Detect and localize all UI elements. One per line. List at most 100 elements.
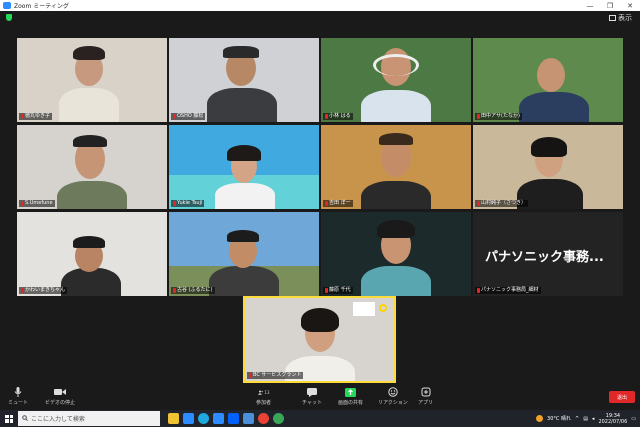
- video-camera-icon: [54, 387, 66, 397]
- participant-name-label: 古谷 (ふるたに): [171, 287, 215, 294]
- notification-icon[interactable]: ▭: [631, 416, 636, 422]
- smiley-icon: [387, 387, 399, 397]
- zoom-logo-icon: [3, 2, 11, 9]
- view-button[interactable]: 表示: [609, 13, 632, 23]
- video-tile[interactable]: パナソニック事務... パナソニック事務局_細材: [473, 212, 623, 296]
- participant-name-label: OSHO 藤松: [171, 113, 206, 120]
- mic-muted-icon: [477, 288, 480, 293]
- video-tile[interactable]: 山村純子（さつき）: [473, 125, 623, 209]
- stop-video-label: ビデオの停止: [45, 400, 76, 406]
- meeting-toolbar: ミュート ビデオの停止 13 参加者 チャット 画面の共有 リアクション アプリ…: [0, 385, 640, 411]
- microphone-icon: [12, 387, 24, 397]
- minimize-button[interactable]: —: [580, 2, 600, 10]
- chat-button[interactable]: チャット: [302, 387, 322, 406]
- mic-muted-icon: [325, 114, 328, 119]
- video-tile[interactable]: 古谷 (ふるたに): [169, 212, 319, 296]
- video-tile[interactable]: Yukie Tsuji: [169, 125, 319, 209]
- leave-button[interactable]: 退出: [609, 391, 635, 403]
- search-icon: [22, 414, 28, 423]
- weather-text: 30°C 晴れ: [547, 416, 571, 422]
- chrome-icon[interactable]: [258, 413, 269, 424]
- app-icon[interactable]: [243, 413, 254, 424]
- dropbox-icon[interactable]: [228, 413, 239, 424]
- participant-display-name: パナソニック事務...: [485, 250, 604, 265]
- mic-muted-icon: [173, 288, 176, 293]
- participant-name-label: Yukie Tsuji: [171, 200, 205, 207]
- participants-button[interactable]: 13 参加者: [256, 387, 272, 407]
- mic-muted-icon: [173, 201, 176, 206]
- share-screen-button[interactable]: 画面の共有: [338, 387, 363, 406]
- edge-browser-icon[interactable]: [198, 413, 209, 424]
- video-tile-active-speaker[interactable]: BC サービスグラント: [243, 296, 396, 383]
- security-shield-icon[interactable]: [6, 14, 12, 21]
- window-title: Zoom ミーティング: [14, 3, 69, 10]
- mic-muted-icon: [325, 201, 328, 206]
- mic-muted-icon: [173, 114, 176, 119]
- weather-sun-icon: [536, 415, 544, 422]
- video-tile[interactable]: かわいまきちゃん: [17, 212, 167, 296]
- participant-name-label: パナソニック事務局_細材: [475, 287, 541, 294]
- windows-taskbar: ここに入力して検索 30°C 晴れ ^ ▤ ◂ 19:34 2022/07/06…: [0, 410, 640, 427]
- mic-muted-icon: [21, 201, 24, 206]
- clock[interactable]: 19:34 2022/07/06: [598, 413, 627, 425]
- zoom-app-icon[interactable]: [183, 413, 194, 424]
- system-tray: 30°C 晴れ ^ ▤ ◂ 19:34 2022/07/06 ▭: [536, 410, 636, 427]
- stop-video-button[interactable]: ビデオの停止: [45, 387, 75, 406]
- apps-icon: [420, 387, 432, 397]
- mute-button[interactable]: ミュート: [8, 387, 28, 406]
- zoom-window: Zoom ミーティング — ❐ ✕ 表示 徳丸ゆき子 OSHO 藤松 小林 はる…: [0, 0, 640, 427]
- video-tile[interactable]: 徳丸ゆき子: [17, 38, 167, 122]
- video-tile[interactable]: S.Umefune: [17, 125, 167, 209]
- mic-muted-icon: [21, 114, 24, 119]
- grid-icon: [609, 15, 616, 21]
- title-bar: Zoom ミーティング — ❐ ✕: [0, 0, 640, 11]
- chrome-profile-icon[interactable]: [273, 413, 284, 424]
- reactions-label: リアクション: [378, 400, 408, 406]
- video-tile[interactable]: 藤原 千代: [321, 212, 471, 296]
- participant-name-label: 徳丸ゆき子: [19, 113, 53, 120]
- participant-count: 13: [264, 389, 270, 395]
- video-tile[interactable]: 小林 はる: [321, 38, 471, 122]
- video-tile[interactable]: 吉田 洋一: [321, 125, 471, 209]
- mic-muted-icon: [249, 373, 252, 378]
- chat-bubble-icon: [306, 387, 318, 397]
- participants-icon: 13: [257, 387, 270, 397]
- maximize-button[interactable]: ❐: [600, 2, 620, 10]
- share-screen-icon: [345, 387, 357, 397]
- participant-name-label: 吉田 洋一: [323, 200, 353, 207]
- video-tile[interactable]: 田中アサ(たなか): [473, 38, 623, 122]
- participants-label: 参加者: [256, 400, 272, 406]
- participant-name-label: 田中アサ(たなか): [475, 113, 522, 120]
- zoom-meeting-icon[interactable]: [213, 413, 224, 424]
- mic-muted-icon: [325, 288, 328, 293]
- start-button[interactable]: [0, 410, 18, 427]
- taskbar-search-box[interactable]: ここに入力して検索: [18, 411, 160, 426]
- service-grant-logo: [353, 302, 375, 316]
- reactions-button[interactable]: リアクション: [378, 387, 408, 406]
- search-placeholder: ここに入力して検索: [31, 416, 85, 423]
- logo-ring-icon: [379, 304, 387, 312]
- clock-date: 2022/07/06: [598, 418, 628, 425]
- chat-label: チャット: [302, 400, 322, 406]
- network-icon[interactable]: ▤: [583, 416, 588, 422]
- mic-muted-icon: [477, 114, 480, 119]
- mute-label: ミュート: [8, 400, 29, 406]
- apps-label: アプリ: [418, 400, 434, 406]
- close-button[interactable]: ✕: [620, 2, 640, 10]
- video-tile[interactable]: OSHO 藤松: [169, 38, 319, 122]
- share-screen-label: 画面の共有: [338, 400, 364, 406]
- windows-logo-icon: [5, 414, 13, 423]
- participant-name-label: BC サービスグラント: [247, 372, 304, 379]
- file-explorer-icon[interactable]: [168, 413, 179, 424]
- participant-name-label: 山村純子（さつき）: [475, 200, 529, 207]
- apps-button[interactable]: アプリ: [418, 387, 433, 406]
- mic-muted-icon: [477, 201, 480, 206]
- tray-chevron-icon[interactable]: ^: [575, 416, 579, 422]
- participant-name-label: S.Umefune: [19, 200, 55, 207]
- participant-name-label: 藤原 千代: [323, 287, 353, 294]
- participant-name-label: 小林 はる: [323, 113, 353, 120]
- mic-muted-icon: [21, 288, 24, 293]
- view-label: 表示: [618, 14, 632, 22]
- taskbar-apps: [168, 413, 284, 424]
- volume-icon[interactable]: ◂: [592, 416, 595, 422]
